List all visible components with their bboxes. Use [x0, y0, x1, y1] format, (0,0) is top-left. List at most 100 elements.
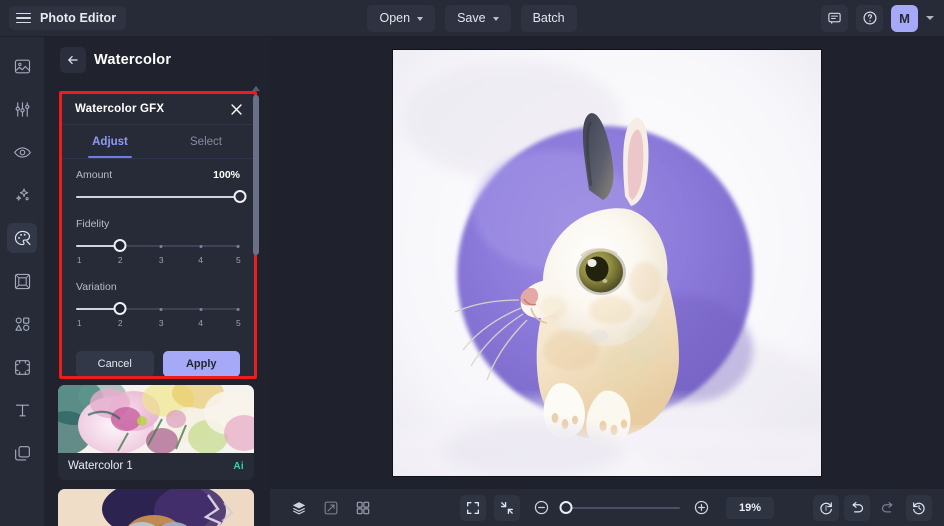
crop-icon: [13, 358, 32, 377]
control-amount-row: Amount 100%: [76, 169, 240, 181]
control-amount: Amount 100%: [76, 169, 240, 205]
rail-item-preview[interactable]: [7, 137, 37, 167]
zoom-slider[interactable]: [562, 501, 680, 515]
artboard[interactable]: [392, 49, 822, 477]
chevron-down-icon[interactable]: [926, 16, 934, 20]
variation-label-5: 5: [236, 318, 241, 328]
variation-slider-thumb[interactable]: [114, 302, 127, 315]
amount-slider-thumb[interactable]: [234, 190, 247, 203]
control-amount-label: Amount: [76, 169, 112, 181]
text-icon: [13, 401, 32, 420]
control-variation-label: Variation: [76, 281, 240, 293]
rail-item-frame[interactable]: [7, 266, 37, 296]
apply-button[interactable]: Apply: [163, 351, 241, 376]
chevron-down-icon: [417, 17, 423, 21]
rail-item-image[interactable]: [7, 51, 37, 81]
app-title: Photo Editor: [40, 11, 116, 25]
shapes-icon: [13, 315, 32, 334]
eye-icon: [13, 143, 32, 162]
bottom-history-tools: [813, 495, 932, 521]
compare-icon: [323, 500, 339, 516]
back-button[interactable]: [60, 47, 86, 73]
rail-item-shapes[interactable]: [7, 309, 37, 339]
minus-circle-icon: [533, 499, 550, 516]
history-button[interactable]: [906, 495, 932, 521]
redo-button[interactable]: [875, 495, 901, 521]
rail-item-crop[interactable]: [7, 352, 37, 382]
palette-icon: [13, 229, 32, 248]
undo-button[interactable]: [844, 495, 870, 521]
zoom-out-button[interactable]: [528, 495, 554, 521]
avatar[interactable]: M: [891, 5, 918, 32]
batch-button-label: Batch: [533, 11, 565, 25]
fidelity-slider[interactable]: [76, 238, 240, 254]
close-icon[interactable]: [228, 101, 245, 118]
preset-item-2[interactable]: [58, 489, 254, 526]
help-button[interactable]: [856, 5, 883, 32]
save-button[interactable]: Save: [445, 5, 511, 32]
feedback-button[interactable]: [821, 5, 848, 32]
save-button-label: Save: [457, 11, 486, 25]
history-icon: [911, 500, 927, 516]
comment-icon: [827, 11, 842, 26]
fidelity-tick-5: [237, 245, 240, 248]
panel-scrollbar-thumb[interactable]: [253, 95, 259, 255]
ai-badge: Ai: [233, 461, 244, 472]
arrow-left-icon: [66, 53, 80, 67]
rail-item-adjustments[interactable]: [7, 94, 37, 124]
top-toolbar-center: Open Save Batch: [0, 5, 944, 32]
fidelity-tick-4: [199, 245, 202, 248]
plus-circle-icon: [693, 499, 710, 516]
bottom-left-tools: [286, 495, 376, 521]
variation-label-1: 1: [77, 318, 82, 328]
sparkles-icon: [13, 186, 32, 205]
watercolor-rabbit-artwork: [393, 50, 822, 477]
grid-button[interactable]: [350, 495, 376, 521]
layers-icon: [13, 444, 32, 463]
actual-size-icon: [499, 500, 515, 516]
cancel-button[interactable]: Cancel: [76, 351, 154, 376]
top-toolbar-right: M: [821, 5, 934, 32]
panel-title: Watercolor: [94, 52, 171, 68]
rail-item-palette[interactable]: [7, 223, 37, 253]
amount-slider[interactable]: [76, 189, 240, 205]
watercolor-gfx-dialog: Watercolor GFX Adjust Select Amount 100%: [62, 94, 254, 376]
zoom-in-button[interactable]: [688, 495, 714, 521]
open-button[interactable]: Open: [367, 5, 435, 32]
zoom-slider-thumb[interactable]: [560, 501, 573, 514]
watercolor-sunglasses-thumb: [58, 489, 254, 526]
tab-adjust[interactable]: Adjust: [62, 125, 158, 158]
watercolor-flowers-thumb: [58, 385, 254, 453]
reset-button[interactable]: [813, 495, 839, 521]
variation-tick-5: [237, 308, 240, 311]
zoom-level-value[interactable]: 19%: [726, 497, 774, 519]
rail-item-text[interactable]: [7, 395, 37, 425]
layers-stack-icon: [291, 500, 307, 516]
preset-item-watercolor-1[interactable]: Watercolor 1 Ai: [58, 385, 254, 480]
app-root: Photo Editor Open Save Batch: [0, 0, 944, 526]
control-fidelity-label: Fidelity: [76, 218, 240, 230]
compare-button[interactable]: [318, 495, 344, 521]
layers-stack-button[interactable]: [286, 495, 312, 521]
fit-screen-button[interactable]: [460, 495, 486, 521]
rail-item-effects[interactable]: [7, 180, 37, 210]
undo-icon: [849, 500, 865, 516]
canvas-area[interactable]: [270, 37, 944, 489]
preset-meta: Watercolor 1 Ai: [58, 453, 254, 480]
hamburger-icon[interactable]: [16, 13, 31, 24]
tool-rail: [0, 37, 44, 526]
actual-size-button[interactable]: [494, 495, 520, 521]
rail-item-layers[interactable]: [7, 438, 37, 468]
fit-screen-icon: [465, 500, 481, 516]
batch-button[interactable]: Batch: [521, 5, 577, 32]
reset-icon: [818, 500, 834, 516]
amount-slider-fill: [76, 196, 240, 198]
app-menu-button[interactable]: Photo Editor: [9, 6, 126, 30]
grid-icon: [355, 500, 371, 516]
variation-slider[interactable]: [76, 301, 240, 317]
fidelity-slider-thumb[interactable]: [114, 239, 127, 252]
scroll-up-arrow[interactable]: [252, 86, 260, 91]
fidelity-tick-labels: 1 2 3 4 5: [76, 255, 240, 268]
bottom-zoom-tools: 19%: [460, 495, 774, 521]
tab-select[interactable]: Select: [158, 125, 254, 158]
